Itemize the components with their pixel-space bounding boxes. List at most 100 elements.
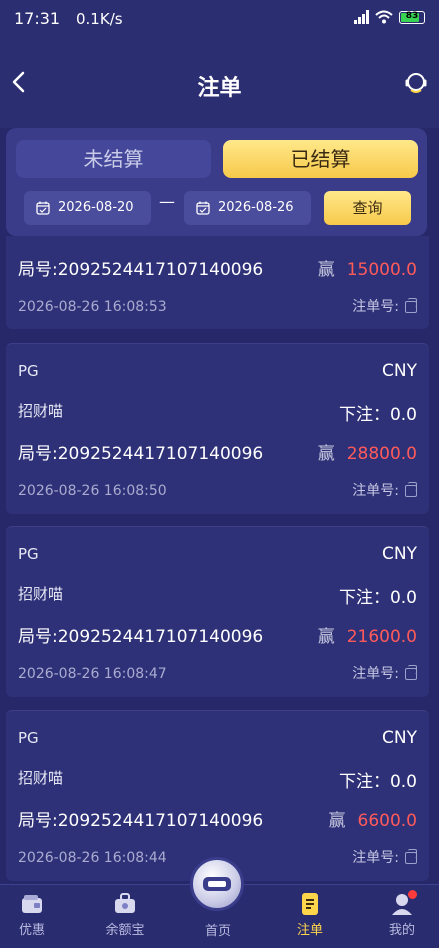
win-label: 赢 — [328, 811, 346, 831]
provider-name: PG — [18, 729, 39, 747]
status-icons: 83 — [354, 10, 425, 24]
query-button[interactable]: 查询 — [324, 191, 411, 225]
bet-amount: 下注：0.0 — [338, 588, 417, 608]
tab-mine[interactable]: 我的 — [372, 891, 432, 938]
game-row: 招财喵 下注：0.0 — [18, 583, 417, 608]
win-result: 赢 15000.0 — [318, 255, 417, 280]
order-number-label: 注单号: — [352, 850, 399, 866]
bet-record-list[interactable]: 局号:2092524417107140096 赢 15000.0 2026-08-… — [0, 236, 439, 884]
end-date-value: 2026-08-26 — [218, 200, 294, 215]
bet-time: 2026-08-26 16:08:47 — [18, 666, 167, 682]
notification-dot — [408, 890, 417, 899]
win-result: 赢 28800.0 — [318, 439, 417, 464]
wallet-gift-icon — [22, 895, 42, 913]
win-result: 赢 6600.0 — [329, 806, 417, 831]
round-number: 局号:2092524417107140096 — [18, 260, 264, 280]
bet-time: 2026-08-26 16:08:50 — [18, 483, 167, 499]
provider-row: PG CNY — [18, 544, 417, 566]
tab-mine-label: 我的 — [388, 923, 415, 938]
document-list-icon — [302, 893, 318, 915]
wifi-icon — [375, 10, 393, 24]
time-row: 2026-08-26 16:08:50 注单号: — [18, 480, 417, 500]
game-name: 招财喵 — [18, 769, 64, 787]
order-number[interactable]: 注单号: — [352, 663, 417, 683]
filter-panel: 未结算 已结算 2026-08-20 — 2026-08-26 查询 — [6, 128, 427, 236]
win-amount: 21600.0 — [346, 627, 417, 647]
game-name: 招财喵 — [18, 585, 64, 603]
page-header: 注单 — [0, 36, 439, 128]
tab-bets-label: 注单 — [296, 923, 323, 938]
copy-icon[interactable] — [405, 298, 417, 313]
round-number: 局号:2092524417107140096 — [18, 444, 264, 464]
status-network-speed: 0.1K/s — [76, 10, 123, 28]
tab-home-label: 首页 — [204, 924, 231, 939]
win-label: 赢 — [317, 444, 335, 464]
round-row: 局号:2092524417107140096 赢 28800.0 — [18, 439, 417, 464]
date-separator: — — [159, 192, 175, 211]
order-number[interactable]: 注单号: — [352, 296, 417, 316]
tab-bets[interactable]: 注单 — [280, 891, 340, 938]
bet-time: 2026-08-26 16:08:44 — [18, 850, 167, 866]
tab-unsettled[interactable]: 未结算 — [16, 140, 211, 178]
briefcase-icon — [115, 893, 135, 913]
round-row: 局号:2092524417107140096 赢 6600.0 — [18, 806, 417, 831]
currency: CNY — [382, 728, 417, 748]
status-bar: 17:31 0.1K/s 83 — [0, 0, 439, 36]
time-row: 2026-08-26 16:08:47 注单号: — [18, 663, 417, 683]
start-date-value: 2026-08-20 — [58, 200, 134, 215]
round-number: 局号:2092524417107140096 — [18, 811, 264, 831]
round-row: 局号:2092524417107140096 赢 15000.0 — [18, 255, 417, 280]
round-row: 局号:2092524417107140096 赢 21600.0 — [18, 622, 417, 647]
game-row: 招财喵 下注：0.0 — [18, 400, 417, 425]
signal-icon — [354, 10, 369, 24]
order-number-label: 注单号: — [352, 483, 399, 499]
calendar-icon — [196, 201, 210, 215]
tab-settled[interactable]: 已结算 — [223, 140, 418, 178]
start-date-picker[interactable]: 2026-08-20 — [24, 191, 151, 225]
win-amount: 15000.0 — [346, 260, 417, 280]
home-logo-icon — [203, 877, 231, 891]
win-amount: 6600.0 — [357, 811, 417, 831]
time-row: 2026-08-26 16:08:53 注单号: — [18, 296, 417, 316]
win-result: 赢 21600.0 — [318, 622, 417, 647]
bet-record-card[interactable]: PG CNY 招财喵 下注：0.0 局号:2092524417107140096… — [6, 710, 429, 881]
order-number[interactable]: 注单号: — [352, 847, 417, 867]
copy-icon[interactable] — [405, 482, 417, 497]
currency: CNY — [382, 361, 417, 381]
win-label: 赢 — [317, 260, 335, 280]
battery-icon: 83 — [399, 10, 425, 24]
tab-promo[interactable]: 优惠 — [2, 891, 62, 938]
game-name: 招财喵 — [18, 402, 64, 420]
customer-service-icon[interactable] — [403, 70, 429, 96]
order-number[interactable]: 注单号: — [352, 480, 417, 500]
bet-record-card[interactable]: PG CNY 招财喵 下注：0.0 局号:2092524417107140096… — [6, 343, 429, 514]
game-row: 招财喵 下注：0.0 — [18, 767, 417, 792]
provider-row: PG CNY — [18, 728, 417, 750]
status-time: 17:31 — [14, 9, 61, 28]
provider-row: PG CNY — [18, 361, 417, 383]
win-amount: 28800.0 — [346, 444, 417, 464]
end-date-picker[interactable]: 2026-08-26 — [184, 191, 311, 225]
copy-icon[interactable] — [405, 849, 417, 864]
tab-promo-label: 优惠 — [18, 923, 45, 938]
win-label: 赢 — [317, 627, 335, 647]
tab-balance[interactable]: 余额宝 — [95, 891, 155, 938]
order-number-label: 注单号: — [352, 666, 399, 682]
bet-record-card[interactable]: PG CNY 招财喵 下注：0.0 局号:2092524417107140096… — [6, 526, 429, 697]
provider-name: PG — [18, 362, 39, 380]
provider-name: PG — [18, 545, 39, 563]
tab-balance-label: 余额宝 — [105, 923, 145, 938]
battery-level: 83 — [405, 10, 419, 21]
calendar-icon — [36, 201, 50, 215]
order-number-label: 注单号: — [352, 299, 399, 315]
currency: CNY — [382, 544, 417, 564]
home-center-button[interactable] — [190, 857, 244, 911]
bet-time: 2026-08-26 16:08:53 — [18, 299, 167, 315]
bet-record-card[interactable]: 局号:2092524417107140096 赢 15000.0 2026-08-… — [6, 236, 429, 329]
bet-amount: 下注：0.0 — [338, 405, 417, 425]
round-number: 局号:2092524417107140096 — [18, 627, 264, 647]
bet-amount: 下注：0.0 — [338, 772, 417, 792]
page-title: 注单 — [197, 76, 242, 101]
copy-icon[interactable] — [405, 665, 417, 680]
tab-home[interactable]: 首页 — [188, 920, 248, 939]
